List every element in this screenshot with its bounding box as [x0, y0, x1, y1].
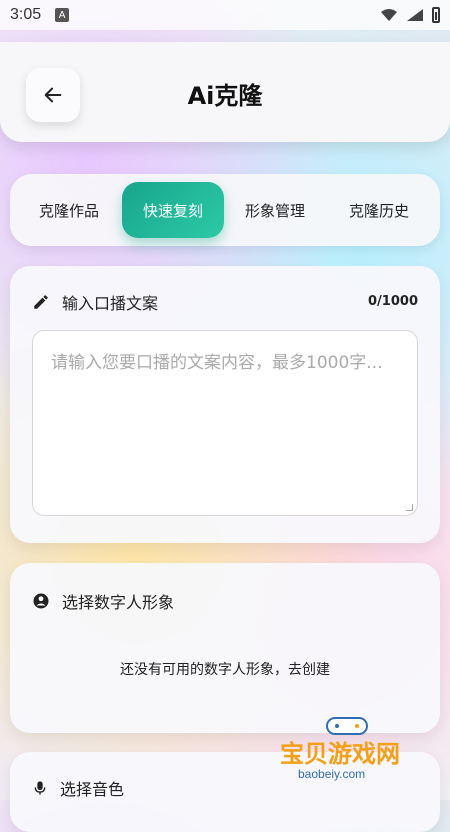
tab-label: 克隆历史 — [348, 201, 409, 220]
tab-label: 克隆作品 — [38, 201, 99, 220]
tab-clone-history[interactable]: 克隆历史 — [328, 182, 430, 238]
tab-bar: 克隆作品 快速复刻 形象管理 克隆历史 — [10, 174, 440, 246]
voice-card-title-text: 选择音色 — [60, 780, 125, 799]
script-input-placeholder: 请输入您要口播的文案内容，最多1000字... — [51, 353, 383, 373]
notification-icon: A — [55, 8, 70, 22]
watermark-url: baobeiy.com — [298, 767, 366, 781]
app-header: Ai克隆 — [0, 42, 450, 142]
tab-label: 快速复刻 — [142, 201, 203, 220]
script-input[interactable]: 请输入您要口播的文案内容，最多1000字... — [32, 330, 418, 516]
script-card-title: 输入口播文案 — [32, 290, 158, 314]
tab-quick-copy[interactable]: 快速复刻 — [122, 182, 224, 238]
tab-clone-works[interactable]: 克隆作品 — [18, 182, 120, 238]
avatar-card-title-text: 选择数字人形象 — [62, 593, 175, 612]
avatar-card: 选择数字人形象 还没有可用的数字人形象，去创建 — [10, 563, 440, 733]
tab-avatar-management[interactable]: 形象管理 — [224, 182, 326, 238]
watermark-title: 宝贝游戏网 — [280, 740, 400, 768]
status-bar: 3:05 A — [0, 0, 450, 30]
resize-handle[interactable] — [406, 504, 413, 511]
script-card: 输入口播文案 0/1000 请输入您要口播的文案内容，最多1000字... — [10, 266, 440, 543]
pencil-icon — [34, 295, 48, 309]
script-card-title-text: 输入口播文案 — [62, 294, 159, 313]
battery-icon — [432, 7, 440, 23]
watermark: 宝贝游戏网 baobeiy.com — [272, 712, 422, 786]
status-time: 3:05 — [10, 6, 42, 23]
voice-card-title: 选择音色 — [32, 776, 124, 800]
tab-label: 形象管理 — [244, 201, 305, 220]
account-circle-icon — [33, 593, 49, 609]
page-title: Ai克隆 — [187, 82, 263, 110]
character-counter: 0/1000 — [368, 294, 418, 309]
wifi-icon — [381, 9, 397, 21]
create-avatar-link[interactable]: 还没有可用的数字人形象，去创建 — [10, 659, 440, 679]
signal-icon — [407, 9, 423, 21]
avatar-card-title: 选择数字人形象 — [32, 589, 174, 613]
microphone-icon — [34, 781, 46, 795]
